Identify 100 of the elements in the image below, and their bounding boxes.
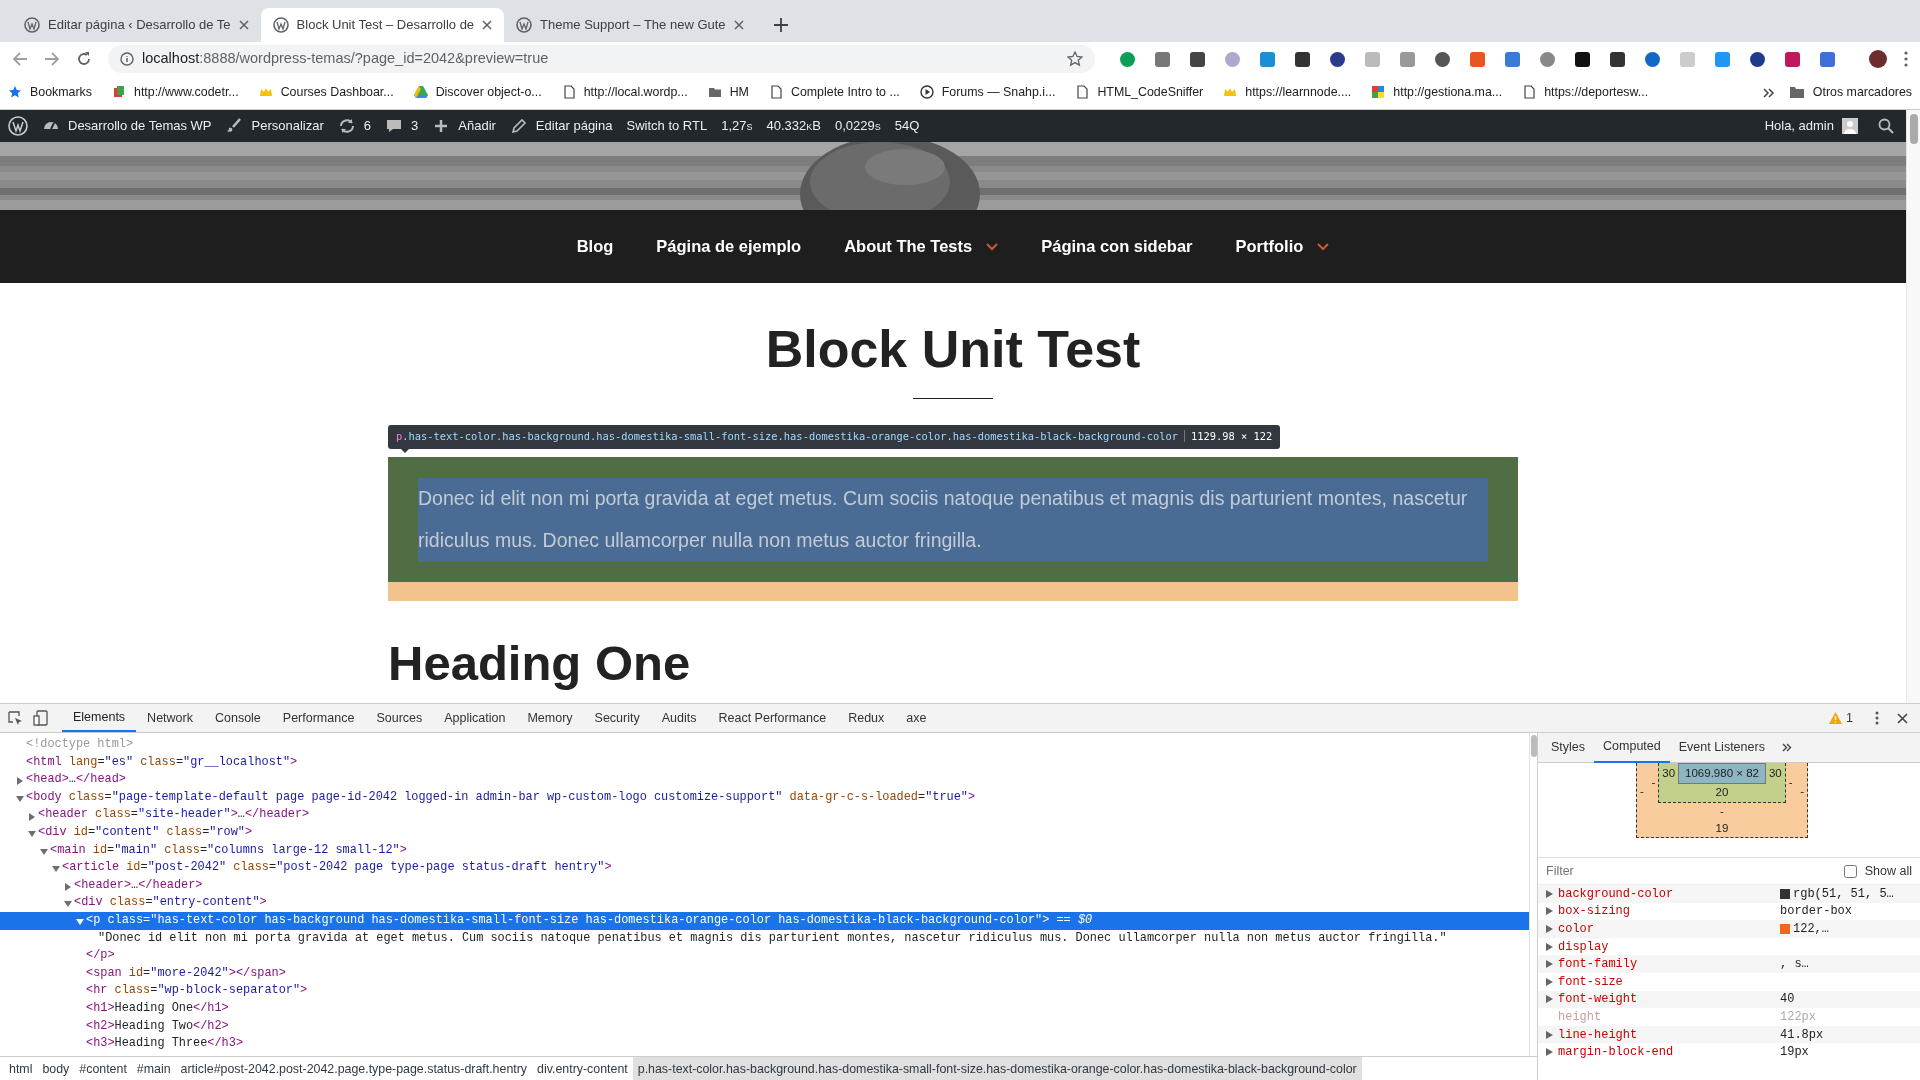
devtools-tab[interactable]: Security: [583, 704, 651, 732]
close-icon[interactable]: [733, 20, 744, 30]
nav-link[interactable]: Página con sidebar: [1041, 234, 1193, 259]
warning-count[interactable]: 1: [1829, 708, 1853, 728]
bookmark-link[interactable]: https://learnnode....: [1223, 83, 1352, 102]
property-value: border-box: [1780, 903, 1852, 921]
wordpress-icon[interactable]: [8, 116, 28, 136]
devtools-tab[interactable]: Redux: [837, 704, 896, 732]
admin-bar-link[interactable]: Switch to RTL: [626, 116, 708, 136]
breadcrumb-item[interactable]: html: [4, 1057, 38, 1080]
nav-link[interactable]: About The Tests: [844, 234, 999, 259]
expanded-toggle-icon[interactable]: [76, 918, 84, 927]
collapsed-toggle-icon[interactable]: [28, 812, 36, 821]
devtools-tab[interactable]: axe: [895, 704, 938, 732]
devtools-tab[interactable]: Performance: [271, 704, 366, 732]
extension-icon[interactable]: [1189, 50, 1206, 68]
nav-link[interactable]: Blog: [576, 234, 614, 259]
devtools-tab[interactable]: Network: [136, 704, 204, 732]
extension-icon[interactable]: [1294, 50, 1311, 68]
more-icon[interactable]: [1875, 711, 1879, 725]
info-icon[interactable]: [120, 52, 134, 66]
collapsed-toggle-icon[interactable]: [64, 882, 72, 891]
expand-arrow-icon[interactable]: [1546, 925, 1553, 933]
bookmark-link[interactable]: Otros marcadores: [1788, 83, 1912, 102]
bookmark-link[interactable]: Forums — Snahp.i...: [919, 83, 1056, 102]
menu-icon[interactable]: [1904, 51, 1908, 67]
admin-bar-link[interactable]: Desarrollo de Temas WP: [42, 116, 212, 136]
admin-bar-link[interactable]: 6: [337, 116, 372, 136]
scrollbar[interactable]: [1906, 110, 1920, 703]
extension-icon[interactable]: [1574, 50, 1591, 68]
close-icon[interactable]: [482, 20, 493, 30]
devtools-tab[interactable]: Audits: [650, 704, 708, 732]
extension-icon[interactable]: [1434, 50, 1451, 68]
close-icon[interactable]: [238, 20, 249, 30]
plus-icon[interactable]: [773, 18, 788, 32]
expanded-toggle-icon[interactable]: [28, 830, 36, 839]
bookmark-link[interactable]: HTML_CodeSniffer: [1075, 83, 1204, 102]
code-line: <header>…</header>: [74, 876, 203, 894]
page-icon: [561, 85, 576, 100]
bookmark-link[interactable]: Discover object-o...: [413, 83, 542, 102]
box-value: 20: [1714, 785, 1730, 801]
browser-tab[interactable]: Editar página ‹ Desarrollo de Te: [12, 8, 261, 42]
extension-icon[interactable]: [1329, 50, 1346, 68]
browser-tab[interactable]: Block Unit Test – Desarrollo de: [260, 8, 505, 42]
star-icon[interactable]: [1067, 51, 1083, 67]
breadcrumb-item[interactable]: #main: [131, 1057, 176, 1080]
search-icon[interactable]: [1878, 118, 1894, 134]
panel-tab[interactable]: Event Listeners: [1669, 732, 1774, 763]
reload-icon[interactable]: [76, 51, 92, 67]
scrollbar[interactable]: [1529, 733, 1537, 1056]
breadcrumb-item[interactable]: body: [37, 1057, 75, 1080]
bookmark-link[interactable]: https://deportesw...: [1522, 83, 1649, 102]
expanded-toggle-icon[interactable]: [64, 900, 72, 909]
devtools-tab[interactable]: Console: [203, 704, 272, 732]
bookmark-link[interactable]: HM: [707, 83, 749, 102]
device-icon[interactable]: [33, 710, 48, 726]
browser-tab[interactable]: Theme Support – The new Gute: [504, 8, 756, 42]
checkbox[interactable]: [1843, 864, 1857, 878]
devtools-tab[interactable]: Sources: [365, 704, 434, 732]
chevrons-right-icon[interactable]: [1762, 87, 1775, 98]
selected-row[interactable]: <p class="has-text-color has-background has-domestika-small-font-size has-domestika-orange-color has-domestika-black-background-color"> == $0: [0, 911, 1529, 930]
devtools-tab[interactable]: React Performance: [707, 704, 838, 732]
page-icon: [1522, 85, 1537, 100]
collapsed-toggle-icon[interactable]: [16, 777, 24, 786]
back-arrow-icon[interactable]: [12, 51, 28, 67]
admin-bar-link[interactable]: 3: [385, 116, 419, 136]
breadcrumb-item[interactable]: #content: [74, 1057, 132, 1080]
code-line: <p class="has-text-color has-background has-domestika-small-font-size has-domestika-orange-color has-domestika-black-background-color"> == $0: [86, 911, 1093, 929]
extension-icon[interactable]: [1609, 50, 1626, 68]
bookmark-link[interactable]: Courses Dashboar...: [258, 83, 394, 102]
bookmark-link[interactable]: Complete Intro to ...: [768, 83, 900, 102]
bookmark-link[interactable]: http://local.wordp...: [561, 83, 688, 102]
breadcrumb-item[interactable]: div.entry-content: [532, 1057, 633, 1080]
breadcrumb-item[interactable]: p.has-text-color.has-background.has-domestika-small-font-size.has-domestika-orange-color.has-domestika-black-background-color: [632, 1057, 1362, 1080]
expanded-toggle-icon[interactable]: [52, 865, 60, 874]
admin-bar-link[interactable]: Añadir: [432, 116, 496, 136]
admin-bar-link[interactable]: Editar página: [509, 116, 613, 136]
close-icon[interactable]: [1897, 712, 1908, 724]
breadcrumb-item[interactable]: article#post-2042.post-2042.page.type-page.status-draft.hentry: [175, 1057, 533, 1080]
nav-link[interactable]: Página de ejemplo: [656, 234, 802, 259]
admin-bar-link[interactable]: Hola, admin: [1764, 116, 1858, 136]
profile-avatar[interactable]: [1868, 49, 1888, 69]
bookmark-link[interactable]: Bookmarks: [8, 83, 92, 102]
chevrons-right-icon[interactable]: [1781, 743, 1792, 752]
expanded-toggle-icon[interactable]: [40, 847, 48, 856]
bookmark-link[interactable]: http://www.codetr...: [112, 83, 239, 102]
inspect-icon[interactable]: [8, 710, 23, 726]
panel-tab[interactable]: Styles: [1542, 732, 1595, 763]
code-line: <article id="post-2042" class="post-2042 page type-page status-draft hentry">: [62, 859, 612, 877]
devtools-tab[interactable]: Memory: [516, 704, 584, 732]
code-line: <hr class="wp-block-separator">: [86, 982, 308, 1000]
nav-link[interactable]: Portfolio: [1235, 234, 1330, 259]
folder-icon: [1788, 85, 1805, 100]
expanded-toggle-icon[interactable]: [16, 794, 24, 803]
devtools-tab[interactable]: Elements: [62, 704, 137, 732]
devtools-tab[interactable]: Application: [433, 704, 517, 732]
extension-icon[interactable]: [1749, 50, 1766, 68]
admin-bar-link[interactable]: Personalizar: [225, 116, 324, 136]
forward-arrow-icon[interactable]: [44, 51, 60, 67]
bookmark-link[interactable]: http://gestiona.ma...: [1371, 83, 1503, 102]
